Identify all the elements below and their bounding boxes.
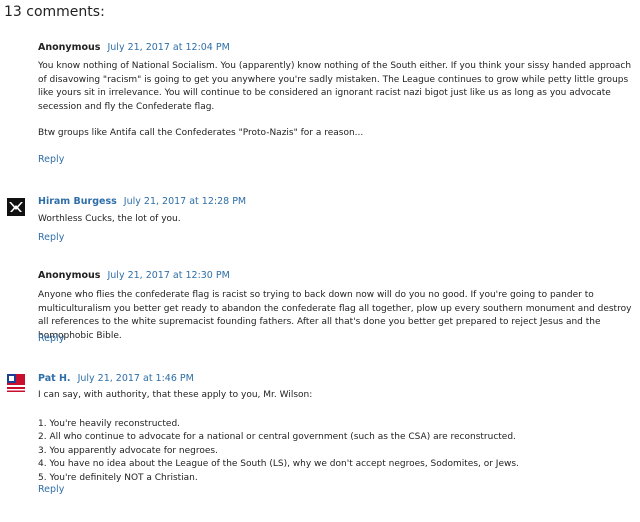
comment-list-item: 3. You apparently advocate for negroes. — [38, 445, 218, 456]
comment-author-line: Anonymous July 21, 2017 at 12:30 PM — [38, 270, 230, 281]
comment-list-item: 2. All who continue to advocate for a na… — [38, 432, 516, 443]
comment-body: I can say, with authority, that these ap… — [38, 389, 632, 486]
comment-list-item: 4. You have no idea about the League of … — [38, 459, 519, 470]
comment-intro: I can say, with authority, that these ap… — [38, 390, 313, 400]
comments-heading: 13 comments: — [4, 4, 105, 20]
comment-list-item: 5. You're definitely NOT a Christian. — [38, 472, 198, 483]
avatar-flag-icon — [7, 374, 25, 392]
comment-timestamp-link[interactable]: July 21, 2017 at 12:04 PM — [107, 42, 229, 53]
blank-avatar — [8, 272, 24, 288]
reply-link[interactable]: Reply — [38, 333, 64, 344]
comment-author-link[interactable]: Pat H. — [38, 373, 71, 384]
comment-timestamp-link[interactable]: July 21, 2017 at 12:28 PM — [124, 196, 246, 207]
reply-link[interactable]: Reply — [38, 154, 64, 165]
comment-author: Anonymous — [38, 270, 101, 281]
comment-timestamp-link[interactable]: July 21, 2017 at 12:30 PM — [107, 270, 229, 281]
comment-author-line: Pat H. July 21, 2017 at 1:46 PM — [38, 373, 194, 384]
comment-author: Anonymous — [38, 42, 101, 53]
comment-paragraph: Worthless Cucks, the lot of you. — [38, 214, 181, 224]
comment-body: Anyone who flies the confederate flag is… — [38, 289, 632, 343]
avatar[interactable] — [7, 198, 25, 216]
comment-body: You know nothing of National Socialism. … — [38, 60, 632, 141]
reply-link[interactable]: Reply — [38, 484, 64, 495]
blank-avatar — [8, 44, 24, 60]
comment-author-line: Hiram Burgess July 21, 2017 at 12:28 PM — [38, 196, 246, 207]
comment-list-item: 1. You're heavily reconstructed. — [38, 418, 181, 429]
comment-paragraph: Btw groups like Antifa call the Confeder… — [38, 128, 364, 139]
comment-timestamp-link[interactable]: July 21, 2017 at 1:46 PM — [78, 373, 194, 384]
comment-author-link[interactable]: Hiram Burgess — [38, 196, 117, 207]
comment-paragraph: You know nothing of National Socialism. … — [38, 61, 632, 112]
reply-link[interactable]: Reply — [38, 232, 64, 243]
comment-author-line: Anonymous July 21, 2017 at 12:04 PM — [38, 42, 230, 53]
comment-paragraph: Anyone who flies the confederate flag is… — [38, 290, 632, 341]
comment-body: Worthless Cucks, the lot of you. — [38, 213, 632, 227]
avatar-logo-icon — [7, 198, 25, 216]
avatar[interactable] — [7, 374, 25, 392]
